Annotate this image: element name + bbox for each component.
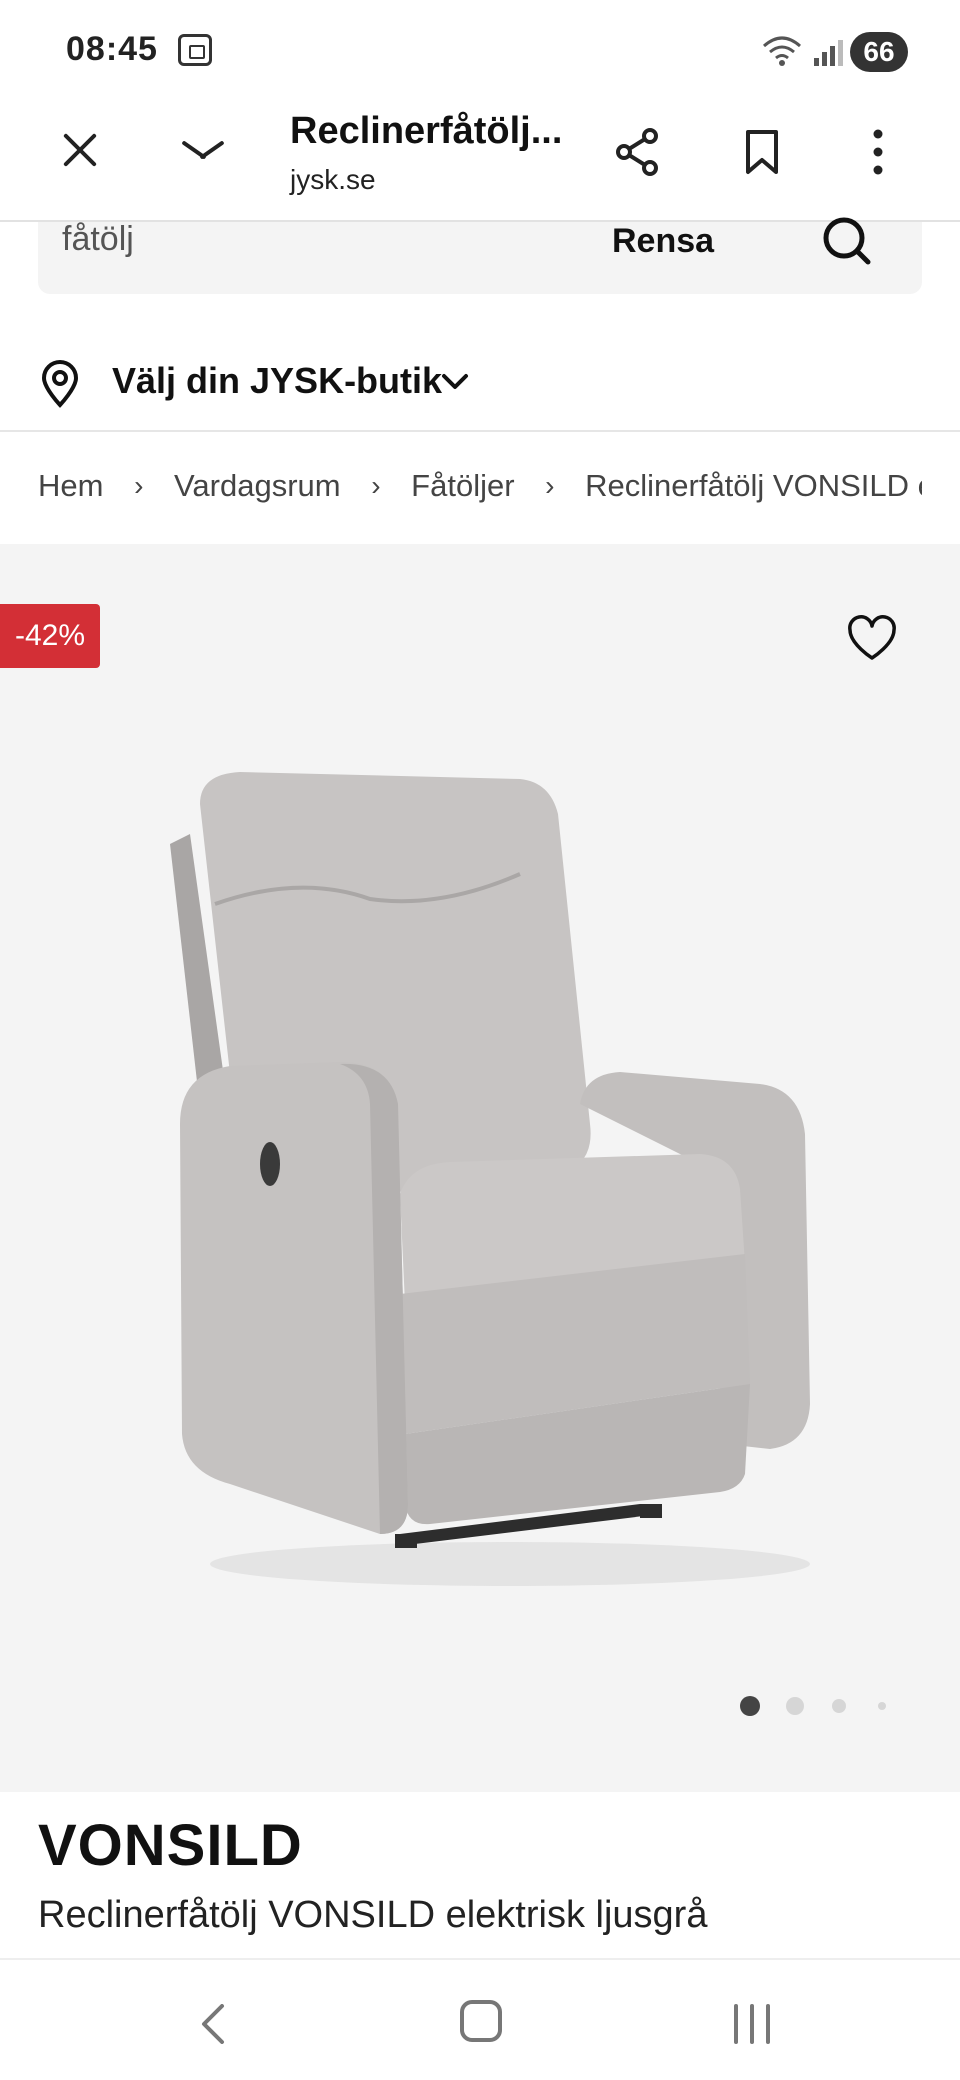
more-vert-icon[interactable] bbox=[860, 126, 912, 178]
page-domain: jysk.se bbox=[290, 164, 376, 195]
search-bar[interactable]: fåtölj Rensa bbox=[38, 217, 922, 294]
breadcrumb-item-vardagsrum[interactable]: Vardagsrum bbox=[174, 468, 341, 504]
location-pin-icon bbox=[40, 360, 80, 408]
close-icon[interactable] bbox=[56, 126, 104, 174]
search-input[interactable]: fåtölj bbox=[62, 220, 134, 259]
pagination-dot[interactable] bbox=[786, 1697, 804, 1715]
battery-indicator: 66 bbox=[850, 32, 908, 72]
chevron-down-icon[interactable] bbox=[178, 136, 226, 166]
pagination-dot[interactable] bbox=[878, 1702, 886, 1710]
bookmark-icon[interactable] bbox=[736, 126, 788, 178]
wifi-icon bbox=[762, 34, 802, 76]
status-time: 08:45 bbox=[66, 30, 158, 68]
breadcrumb-separator-icon: › bbox=[545, 469, 555, 501]
discount-badge: -42% bbox=[0, 604, 100, 668]
product-image-gallery[interactable]: -42% bbox=[0, 544, 960, 1792]
chevron-down-icon bbox=[440, 370, 470, 394]
clear-search-button[interactable]: Rensa bbox=[612, 222, 714, 261]
pagination-dot-active[interactable] bbox=[740, 1696, 760, 1716]
browser-toolbar: Reclinerfåtölj... jysk.se bbox=[0, 100, 960, 222]
product-name: Reclinerfåtölj VONSILD elektrisk ljusgrå bbox=[38, 1894, 708, 1936]
store-selector[interactable]: Välj din JYSK-butik bbox=[0, 340, 960, 432]
heart-icon[interactable] bbox=[844, 614, 900, 664]
store-selector-label: Välj din JYSK-butik bbox=[112, 360, 443, 401]
recent-apps-icon[interactable] bbox=[732, 2004, 772, 2044]
share-icon[interactable] bbox=[612, 126, 664, 178]
home-icon[interactable] bbox=[460, 2000, 502, 2042]
product-brand: VONSILD bbox=[38, 1813, 303, 1878]
back-icon[interactable] bbox=[196, 2004, 232, 2044]
image-pagination bbox=[740, 1694, 900, 1718]
signal-icon bbox=[812, 38, 843, 66]
breadcrumb: Hem › Vardagsrum › Fåtöljer › Reclinerfå… bbox=[38, 466, 922, 516]
breadcrumb-separator-icon: › bbox=[134, 469, 144, 501]
page-title: Reclinerfåtölj... bbox=[290, 110, 563, 152]
search-icon[interactable] bbox=[818, 214, 874, 270]
status-bar: 08:45 66 bbox=[0, 0, 960, 100]
pagination-dot[interactable] bbox=[832, 1699, 846, 1713]
breadcrumb-item-current: Reclinerfåtölj VONSILD elek bbox=[585, 467, 922, 503]
breadcrumb-separator-icon: › bbox=[371, 469, 381, 501]
product-image bbox=[140, 744, 840, 1594]
breadcrumb-item-fatoljer[interactable]: Fåtöljer bbox=[411, 468, 514, 504]
screenshot-notification-icon bbox=[178, 34, 212, 66]
system-navigation-bar bbox=[0, 1958, 960, 2080]
breadcrumb-item-hem[interactable]: Hem bbox=[38, 468, 103, 504]
